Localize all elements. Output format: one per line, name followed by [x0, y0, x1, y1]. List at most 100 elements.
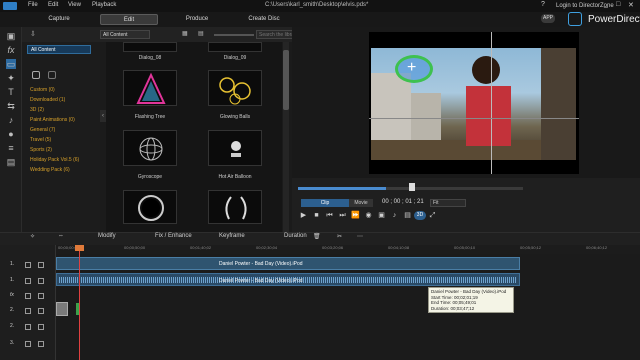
volume-icon[interactable]: ♪ [390, 211, 399, 220]
category-holiday-pack[interactable]: Holiday Pack Vol.5 (6) [30, 157, 79, 163]
keyframe-button[interactable]: Keyframe [219, 233, 245, 239]
more-icon[interactable]: ⋯ [357, 233, 363, 240]
category-sports[interactable]: Sports (2) [30, 147, 52, 153]
library-item-thumbnail[interactable] [123, 70, 177, 106]
category-all-content[interactable]: All Content [27, 45, 91, 54]
delete-clip-icon[interactable]: 🗑 [313, 233, 321, 240]
scrubber-fill [298, 187, 386, 190]
library-item-thumbnail[interactable] [208, 190, 262, 224]
app-badge[interactable]: APP [541, 14, 555, 23]
track-enable-checkbox[interactable] [25, 324, 31, 330]
tab-edit[interactable]: Edit [100, 14, 158, 25]
3d-mode-button[interactable]: 3D [414, 211, 426, 220]
lock-icon[interactable] [38, 341, 44, 347]
camera-icon[interactable]: ▣ [377, 211, 386, 220]
library-scrollbar-thumb[interactable] [283, 50, 289, 110]
category-wedding-pack[interactable]: Wedding Pack (6) [30, 167, 70, 173]
scrubber-handle[interactable] [409, 183, 415, 191]
category-travel[interactable]: Travel (5) [30, 137, 51, 143]
category-downloaded[interactable]: Downloaded (1) [30, 97, 65, 103]
duration-button[interactable]: Duration [284, 233, 307, 239]
menu-playback[interactable]: Playback [92, 2, 116, 8]
voice-over-icon[interactable]: ● [6, 129, 16, 139]
category-custom[interactable]: Custom (0) [30, 87, 55, 93]
maximize-button[interactable]: □ [616, 1, 620, 8]
library-item-thumbnail[interactable] [123, 42, 177, 52]
track-manager-icon[interactable]: ⇔ [58, 233, 64, 239]
title-room-icon[interactable]: T [6, 87, 16, 97]
category-3d[interactable]: 3D (2) [30, 107, 44, 113]
tab-capture[interactable]: Capture [38, 14, 80, 25]
video-clip[interactable]: Daniel Powter - Bad Day (Video).iPod [56, 257, 520, 270]
title-bar: File Edit View Playback C:\Users\karl_sm… [0, 0, 640, 12]
menu-view[interactable]: View [68, 2, 81, 8]
track-enable-checkbox[interactable] [25, 293, 31, 299]
category-paint-animations[interactable]: Paint Animations (0) [30, 117, 75, 123]
particle-icon [32, 71, 40, 79]
next-frame-icon[interactable]: ⏭ [338, 211, 347, 220]
preview-quality-icon[interactable]: ▤ [403, 211, 412, 220]
library-item-thumbnail[interactable] [123, 190, 177, 224]
play-icon[interactable]: ▶ [299, 211, 308, 220]
timecode-display[interactable]: 00 ; 00 ; 01 ; 21 [382, 199, 424, 205]
media-room-icon[interactable]: ▣ [6, 31, 16, 41]
undock-icon[interactable]: ⤢ [428, 211, 437, 220]
speech-bubble-overlay[interactable]: + [395, 55, 433, 83]
library-item-thumbnail[interactable] [208, 42, 262, 52]
tab-create-disc[interactable]: Create Disc [240, 14, 288, 25]
library-item-thumbnail[interactable] [123, 130, 177, 166]
delete-icon[interactable] [48, 71, 56, 79]
chapter-room-icon[interactable]: ≡ [6, 143, 16, 153]
lock-icon[interactable] [38, 308, 44, 314]
audio-clip[interactable]: Daniel Powter - Bad Day (Video).iPod [56, 273, 520, 286]
fast-forward-icon[interactable]: ⏩ [351, 211, 360, 220]
playhead-handle[interactable] [75, 245, 84, 251]
clip-label: Daniel Powter - Bad Day (Video).iPod [219, 261, 303, 267]
thumbnail-size-slider[interactable] [214, 34, 254, 36]
library-filter-select[interactable]: All Content [100, 30, 150, 39]
snapshot-icon[interactable]: ◉ [364, 211, 373, 220]
clip-mode-button[interactable]: Clip [301, 199, 349, 207]
fx-room-icon[interactable]: fx [6, 45, 16, 55]
pip-objects-room-icon[interactable]: ▭ [6, 59, 16, 69]
menu-file[interactable]: File [28, 2, 38, 8]
library-item-thumbnail[interactable] [208, 70, 262, 106]
particle-room-icon[interactable]: ✦ [6, 73, 16, 83]
stop-icon[interactable]: ■ [312, 211, 321, 220]
modify-button[interactable]: Modify [98, 233, 116, 239]
lock-icon[interactable] [38, 278, 44, 284]
ruler-tick: 00;06;40;12 [586, 245, 608, 250]
minimize-button[interactable]: _ [604, 1, 608, 8]
help-button[interactable]: ? [541, 1, 545, 8]
track-label-video-1: 1. [10, 261, 15, 267]
audio-mixing-icon[interactable]: ♪ [6, 115, 16, 125]
zoom-fit-select[interactable]: Fit [430, 199, 466, 207]
previous-frame-icon[interactable]: ⏮ [325, 211, 334, 220]
lock-icon[interactable] [38, 324, 44, 330]
view-list-icon[interactable]: ▤ [198, 30, 204, 37]
track-enable-checkbox[interactable] [25, 278, 31, 284]
view-grid-icon[interactable]: ▦ [182, 30, 188, 37]
track-enable-checkbox[interactable] [25, 341, 31, 347]
library-item-label: Flashing Tree [134, 114, 166, 120]
fix-enhance-button[interactable]: Fix / Enhance [155, 233, 192, 239]
pip-clip[interactable] [56, 302, 68, 316]
track-label-audio-2: 2. [10, 323, 15, 329]
movie-mode-button[interactable]: Movie [349, 199, 373, 207]
lock-icon[interactable] [38, 293, 44, 299]
library-item-thumbnail[interactable] [208, 130, 262, 166]
ruler-tick: 00;00;50;00 [124, 245, 146, 250]
track-enable-checkbox[interactable] [25, 262, 31, 268]
tab-produce[interactable]: Produce [176, 14, 218, 25]
lock-icon[interactable] [38, 262, 44, 268]
timeline-playhead[interactable] [79, 247, 80, 360]
close-button[interactable]: ✕ [628, 1, 634, 9]
menu-edit[interactable]: Edit [48, 2, 58, 8]
category-general[interactable]: General (7) [30, 127, 55, 133]
split-icon[interactable]: ✂ [337, 233, 342, 240]
transition-room-icon[interactable]: ⇆ [6, 101, 16, 111]
magic-tools-icon[interactable]: ✧ [30, 233, 35, 240]
track-enable-checkbox[interactable] [25, 308, 31, 314]
import-icon[interactable]: ⇩ [30, 30, 36, 38]
subtitle-room-icon[interactable]: ▤ [6, 157, 16, 167]
